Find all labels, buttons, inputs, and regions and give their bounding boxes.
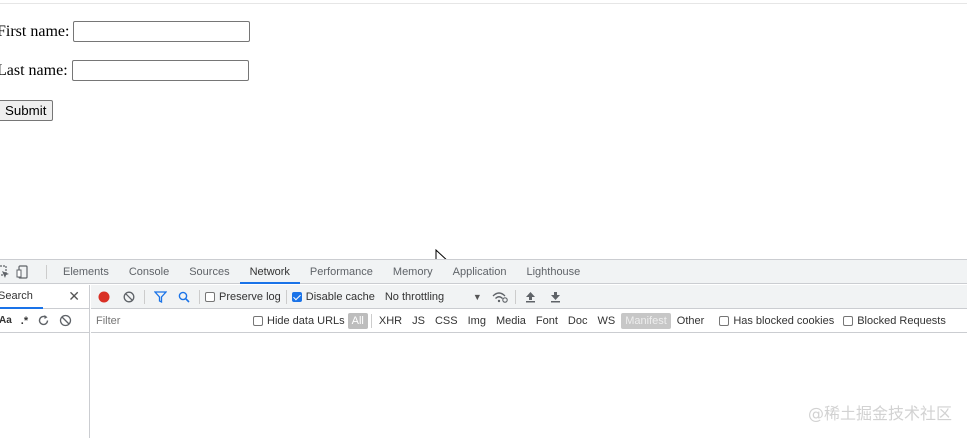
- search-icon[interactable]: [174, 287, 194, 307]
- first-name-input[interactable]: [73, 21, 251, 42]
- devtools-panel: Elements Console Sources Network Perform…: [0, 259, 967, 438]
- tab-performance[interactable]: Performance: [300, 260, 383, 284]
- filter-type-xhr[interactable]: XHR: [375, 313, 406, 329]
- tab-memory[interactable]: Memory: [383, 260, 443, 284]
- toolbar-divider: [199, 289, 200, 304]
- toolbar-divider: [370, 313, 372, 328]
- devtools-tabbar: Elements Console Sources Network Perform…: [0, 260, 967, 284]
- filter-type-doc[interactable]: Doc: [564, 313, 592, 329]
- last-name-row: Last name:: [0, 60, 249, 81]
- has-blocked-cookies-label: Has blocked cookies: [733, 314, 835, 327]
- tab-console[interactable]: Console: [119, 260, 179, 284]
- filter-type-all[interactable]: All: [347, 312, 368, 329]
- has-blocked-cookies-box[interactable]: [719, 315, 730, 326]
- chevron-down-icon[interactable]: ▼: [473, 292, 482, 302]
- filter-type-ws[interactable]: WS: [593, 313, 619, 329]
- tab-network[interactable]: Network: [239, 260, 300, 284]
- close-icon[interactable]: ✕: [68, 288, 80, 305]
- submit-button[interactable]: Submit: [0, 100, 54, 121]
- toolbar-divider: [514, 289, 516, 304]
- browser-top-border: [0, 3, 967, 4]
- devtools-tool-icons: [0, 264, 44, 279]
- clear-icon[interactable]: [59, 314, 72, 327]
- has-blocked-cookies-checkbox[interactable]: Has blocked cookies: [719, 315, 834, 327]
- tabbar-divider: [46, 264, 47, 279]
- hide-data-urls-box[interactable]: [253, 315, 263, 326]
- throttling-select[interactable]: No throttling: [385, 291, 473, 303]
- last-name-input[interactable]: [71, 60, 249, 81]
- toolbar-divider: [285, 289, 287, 304]
- toolbar-divider: [144, 289, 145, 304]
- match-case-button[interactable]: Aa: [0, 315, 12, 326]
- inspect-element-icon[interactable]: [0, 264, 10, 279]
- hide-data-urls-checkbox[interactable]: Hide data URLs: [253, 315, 345, 327]
- refresh-icon[interactable]: [37, 314, 50, 327]
- regex-button[interactable]: .*: [21, 315, 28, 327]
- blocked-requests-label: Blocked Requests: [857, 314, 946, 327]
- filter-input[interactable]: [93, 311, 243, 330]
- filter-icon[interactable]: [150, 287, 170, 307]
- network-toolbar: Preserve log Disable cache No throttling…: [91, 285, 967, 309]
- upload-icon[interactable]: [521, 287, 541, 307]
- filter-type-js[interactable]: JS: [408, 313, 429, 329]
- first-name-label: First name:: [0, 22, 70, 40]
- last-name-label: Last name:: [0, 61, 68, 79]
- disable-cache-checkbox[interactable]: Disable cache: [291, 290, 375, 303]
- search-tab[interactable]: Search: [0, 285, 43, 309]
- filter-type-img[interactable]: Img: [464, 313, 490, 329]
- filter-type-manifest[interactable]: Manifest: [621, 312, 671, 329]
- search-options: Aa .*: [0, 309, 89, 333]
- download-icon[interactable]: [546, 287, 566, 307]
- search-header: Search ✕: [0, 285, 89, 309]
- blocked-requests-checkbox[interactable]: Blocked Requests: [843, 315, 946, 327]
- preserve-log-label: Preserve log: [219, 290, 281, 303]
- preserve-log-box[interactable]: [205, 291, 215, 302]
- filter-bar: Hide data URLs All XHR JS CSS Img Media …: [91, 309, 967, 333]
- watermark: @稀土掘金技术社区: [807, 404, 952, 423]
- tab-application[interactable]: Application: [443, 260, 517, 284]
- first-name-row: First name:: [0, 21, 251, 42]
- tab-lighthouse[interactable]: Lighthouse: [516, 260, 590, 284]
- disable-cache-label: Disable cache: [305, 290, 375, 303]
- filter-type-css[interactable]: CSS: [431, 313, 462, 329]
- blocked-requests-box[interactable]: [843, 315, 854, 326]
- record-icon[interactable]: [94, 287, 114, 307]
- hide-data-urls-label: Hide data URLs: [267, 314, 345, 327]
- tab-sources[interactable]: Sources: [179, 260, 239, 284]
- filter-type-font[interactable]: Font: [532, 313, 562, 329]
- preserve-log-checkbox[interactable]: Preserve log: [205, 291, 281, 303]
- clear-log-icon[interactable]: [119, 287, 139, 307]
- tab-elements[interactable]: Elements: [53, 260, 119, 284]
- disable-cache-box[interactable]: [291, 291, 302, 302]
- search-pane: Search ✕ Aa .*: [0, 285, 90, 438]
- device-toolbar-icon[interactable]: [16, 264, 30, 279]
- filter-type-media[interactable]: Media: [492, 313, 530, 329]
- filter-type-other[interactable]: Other: [673, 313, 709, 329]
- network-conditions-icon[interactable]: [490, 287, 510, 307]
